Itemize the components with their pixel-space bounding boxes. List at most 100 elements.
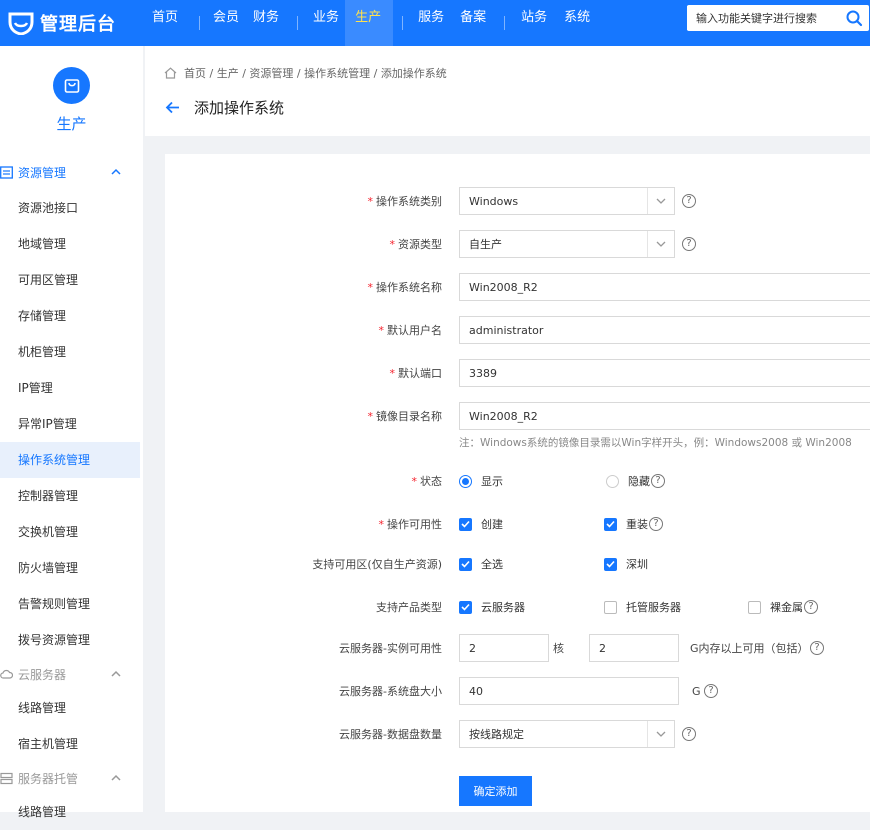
sidebar-item-dialup[interactable]: 拨号资源管理 bbox=[0, 622, 143, 658]
sidebar-item-cabinet[interactable]: 机柜管理 bbox=[0, 334, 143, 370]
nav-divider bbox=[199, 16, 201, 30]
row-zones: 支持可用区(仅自生产资源) 全选 深圳 bbox=[165, 549, 870, 579]
nav-service[interactable]: 服务 bbox=[412, 0, 450, 46]
sidebar-item-alarm-rule[interactable]: 告警规则管理 bbox=[0, 586, 143, 622]
label-resource-type: * 资源类型 bbox=[389, 238, 443, 251]
sidebar-group-hosting[interactable]: 服务器托管 bbox=[0, 762, 143, 794]
label-status: * 状态 bbox=[411, 475, 443, 488]
nav-divider bbox=[297, 16, 299, 30]
row-data-disk: 云服务器-数据盘数量 按线路规定 ? bbox=[165, 719, 870, 749]
sidebar-item-hosting-line[interactable]: 线路管理 bbox=[0, 794, 143, 830]
sidebar-item-host[interactable]: 宿主机管理 bbox=[0, 726, 143, 762]
radio-hide[interactable]: 隐藏? bbox=[606, 473, 665, 489]
sidebar-item-ip[interactable]: IP管理 bbox=[0, 370, 143, 406]
sys-disk-input[interactable] bbox=[459, 677, 679, 705]
chevron-up-icon bbox=[111, 774, 121, 781]
nav-system[interactable]: 系统 bbox=[554, 0, 596, 46]
breadcrumb: 首页 / 生产 / 资源管理 / 操作系统管理 / 添加操作系统 bbox=[164, 65, 447, 81]
help-icon[interactable]: ? bbox=[704, 684, 718, 698]
nav-home[interactable]: 首页 bbox=[140, 0, 190, 46]
check-icon bbox=[604, 557, 617, 571]
top-bar: 管理后台 首页 会员 财务 业务 生产 服务 备案 站务 系统 bbox=[0, 0, 870, 46]
sidebar-group-cloud-server[interactable]: 云服务器 bbox=[0, 658, 143, 690]
logo-icon bbox=[8, 12, 34, 35]
label-default-port: * 默认端口 bbox=[389, 367, 443, 380]
os-name-input[interactable] bbox=[459, 273, 870, 301]
checkbox-cloud-server[interactable]: 云服务器 bbox=[459, 599, 525, 615]
crumb-production[interactable]: 生产 bbox=[217, 65, 239, 81]
sidebar-item-controller[interactable]: 控制器管理 bbox=[0, 478, 143, 514]
nav-divider bbox=[402, 16, 404, 30]
group-label: 服务器托管 bbox=[18, 771, 79, 786]
crumb-os[interactable]: 操作系统管理 bbox=[304, 65, 370, 81]
label-operation: * 操作可用性 bbox=[378, 518, 443, 531]
sidebar-item-firewall[interactable]: 防火墙管理 bbox=[0, 550, 143, 586]
help-icon[interactable]: ? bbox=[682, 237, 696, 251]
nav-member[interactable]: 会员 bbox=[209, 0, 243, 46]
label-data-disk: 云服务器-数据盘数量 bbox=[339, 728, 442, 741]
search-box bbox=[687, 5, 869, 31]
data-disk-select[interactable]: 按线路规定 bbox=[459, 720, 675, 748]
help-icon[interactable]: ? bbox=[649, 517, 663, 531]
label-products: 支持产品类型 bbox=[376, 601, 442, 614]
image-dir-hint: 注：Windows系统的镜像目录需以Win字样开头，例：Windows2008 … bbox=[459, 437, 852, 449]
default-user-input[interactable] bbox=[459, 316, 870, 344]
memory-input[interactable] bbox=[589, 634, 679, 662]
sidebar-item-line[interactable]: 线路管理 bbox=[0, 690, 143, 726]
row-status: * 状态 显示 隐藏? bbox=[165, 466, 870, 496]
default-port-input[interactable] bbox=[459, 359, 870, 387]
check-icon bbox=[604, 517, 617, 531]
back-arrow-icon[interactable] bbox=[165, 101, 180, 114]
sidebar-item-region[interactable]: 地域管理 bbox=[0, 226, 143, 262]
sidebar-item-switch[interactable]: 交换机管理 bbox=[0, 514, 143, 550]
nav-site[interactable]: 站务 bbox=[514, 0, 554, 46]
chevron-up-icon bbox=[111, 168, 121, 175]
check-icon bbox=[459, 517, 472, 531]
main-nav: 首页 会员 财务 业务 生产 服务 备案 站务 系统 bbox=[140, 0, 596, 46]
checkbox-select-all[interactable]: 全选 bbox=[459, 556, 503, 572]
image-dir-input[interactable] bbox=[459, 402, 870, 430]
nav-business[interactable]: 业务 bbox=[307, 0, 345, 46]
label-os-type: * 操作系统类别 bbox=[367, 195, 443, 208]
row-default-port: * 默认端口 bbox=[165, 358, 870, 388]
crumb-home[interactable]: 首页 bbox=[184, 65, 206, 81]
sys-disk-unit: G bbox=[692, 684, 701, 698]
os-type-select[interactable]: Windows bbox=[459, 187, 675, 215]
logo[interactable]: 管理后台 bbox=[8, 8, 116, 38]
nav-finance[interactable]: 财务 bbox=[243, 0, 288, 46]
row-sys-disk: 云服务器-系统盘大小 G ? bbox=[165, 676, 870, 706]
help-icon[interactable]: ? bbox=[810, 641, 824, 655]
checkbox-hosting-server[interactable]: 托管服务器 bbox=[604, 599, 681, 615]
sidebar: 生产 资源管理 资源池接口 地域管理 可用区管理 存储管理 机柜管理 IP管理 … bbox=[0, 46, 143, 819]
cores-unit: 核 bbox=[553, 642, 564, 655]
nav-production[interactable]: 生产 bbox=[345, 0, 394, 46]
search-input[interactable] bbox=[687, 6, 835, 30]
radio-show[interactable]: 显示 bbox=[459, 473, 503, 489]
checkbox-reinstall[interactable]: 重装? bbox=[604, 516, 663, 532]
sidebar-item-os[interactable]: 操作系统管理 bbox=[0, 442, 140, 478]
submit-button[interactable]: 确定添加 bbox=[459, 776, 532, 806]
cloud-icon bbox=[0, 669, 13, 679]
cores-input[interactable] bbox=[459, 634, 549, 662]
sidebar-item-storage[interactable]: 存储管理 bbox=[0, 298, 143, 334]
sidebar-item-pool-api[interactable]: 资源池接口 bbox=[0, 190, 143, 226]
label-os-name: * 操作系统名称 bbox=[367, 281, 443, 294]
help-icon[interactable]: ? bbox=[682, 194, 696, 208]
nav-icp[interactable]: 备案 bbox=[450, 0, 495, 46]
checkbox-unchecked bbox=[604, 600, 617, 614]
search-icon[interactable] bbox=[845, 9, 863, 27]
checkbox-create[interactable]: 创建 bbox=[459, 516, 503, 532]
sidebar-header: 生产 bbox=[0, 46, 143, 150]
sidebar-item-zone[interactable]: 可用区管理 bbox=[0, 262, 143, 298]
logo-text: 管理后台 bbox=[40, 14, 116, 35]
production-badge bbox=[53, 67, 90, 104]
sidebar-item-abnormal-ip[interactable]: 异常IP管理 bbox=[0, 406, 143, 442]
crumb-resource[interactable]: 资源管理 bbox=[249, 65, 293, 81]
help-icon[interactable]: ? bbox=[804, 600, 818, 614]
help-icon[interactable]: ? bbox=[651, 474, 665, 488]
checkbox-bare-metal[interactable]: 裸金属? bbox=[748, 599, 818, 615]
resource-type-select[interactable]: 自生产 bbox=[459, 230, 675, 258]
sidebar-group-resource[interactable]: 资源管理 bbox=[0, 154, 143, 190]
checkbox-shenzhen[interactable]: 深圳 bbox=[604, 556, 648, 572]
help-icon[interactable]: ? bbox=[682, 727, 696, 741]
